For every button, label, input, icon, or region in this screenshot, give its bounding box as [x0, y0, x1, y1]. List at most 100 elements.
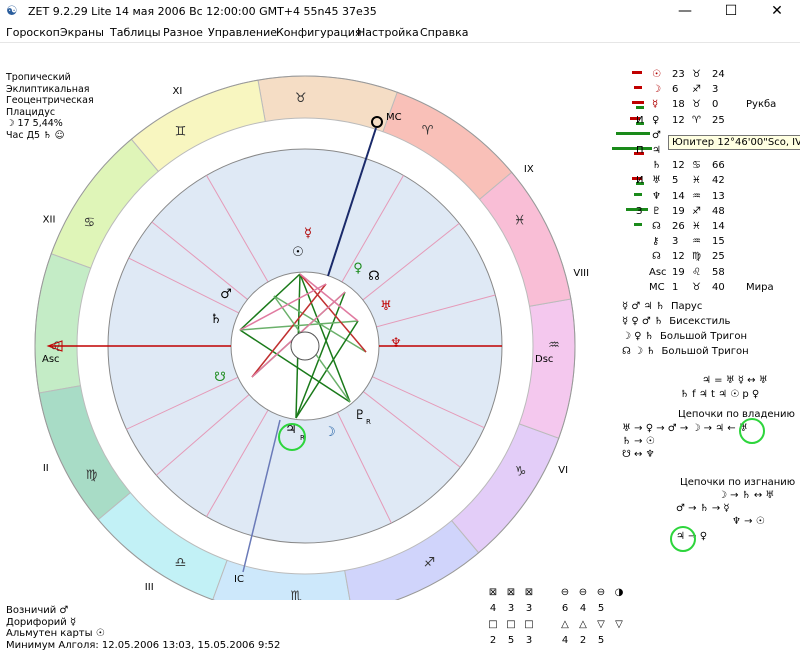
planet-glyph: ♇ — [354, 408, 366, 423]
planet-row[interactable]: ☊ 26 ♓ 14 — [612, 221, 800, 235]
planet-sign: ♋ — [692, 160, 701, 172]
grid-value: 3 — [525, 603, 533, 614]
figure-glyphs: ☊ ☽ ♄ — [622, 346, 656, 357]
star-note: Мира — [746, 281, 774, 293]
menu-control[interactable]: Управление — [208, 26, 277, 39]
planet-row[interactable]: ⚷ 3 ♒ 15 — [612, 236, 800, 250]
jupiter-highlight-circle — [670, 526, 696, 552]
planet-symbol: ♄ — [652, 160, 661, 172]
cross-icon[interactable]: ⊠ — [523, 587, 535, 599]
menu-misc[interactable]: Разное — [163, 26, 203, 39]
menu-settings[interactable]: Настройка — [357, 26, 419, 39]
grid-value: 2 — [489, 635, 497, 646]
planet-sign: ♍ — [692, 251, 701, 263]
sign-glyph: ♓ — [514, 214, 526, 229]
figure-row[interactable]: ☽ ♀ ♄ Большой Тригон — [622, 329, 749, 344]
zodiac-segment — [478, 171, 572, 307]
figure-glyphs: ☿ ♀ ♂ ♄ — [622, 316, 663, 327]
window-title: ZET 9.2.29 Lite 14 мая 2006 Вс 12:00:00 … — [28, 5, 377, 18]
quality-icon[interactable]: △ — [559, 619, 571, 631]
planet-row[interactable]: MC 1 ♉ 40 Мира — [612, 282, 800, 296]
element-icon[interactable]: ⊖ — [559, 587, 571, 599]
sign-glyph: ♒ — [548, 338, 560, 353]
planet-minute: 40 — [712, 281, 725, 293]
planet-row[interactable]: ☉ 23 ♉ 24 — [612, 69, 800, 83]
element-icon[interactable]: ◑ — [613, 587, 625, 599]
menu-screens[interactable]: Экраны — [60, 26, 104, 39]
planet-degree: 6 — [672, 84, 679, 96]
title-bar: ☯ ZET 9.2.29 Lite 14 мая 2006 Вс 12:00:0… — [0, 0, 800, 24]
figure-row[interactable]: ☿ ♀ ♂ ♄ Бисекстиль — [622, 314, 749, 329]
planet-row[interactable]: З ♇ 19 ♐ 48 — [612, 206, 800, 220]
planet-row[interactable]: ☽ 6 ♐ 3 — [612, 84, 800, 98]
planet-degree: 19 — [672, 205, 685, 217]
dignity-bar — [634, 192, 642, 196]
figure-row[interactable]: ☿ ♂ ♃ ♄ Парус — [622, 299, 749, 314]
cross-icon[interactable]: ⊠ — [505, 587, 517, 599]
element-icon[interactable]: ⊖ — [577, 587, 589, 599]
dignity-bar — [634, 86, 642, 90]
quality-icon[interactable]: □ — [523, 619, 535, 631]
planet-row[interactable]: ☊ 12 ♍ 25 — [612, 251, 800, 265]
quality-icon[interactable]: □ — [487, 619, 499, 631]
dignity-bar — [632, 101, 644, 105]
grid-value: 6 — [561, 603, 569, 614]
figure-name: Большой Тригон — [661, 346, 749, 357]
close-button[interactable]: ✕ — [754, 0, 800, 24]
summary-doryphoros: Дорифорий ☿ — [6, 616, 77, 628]
planet-row[interactable]: ♆ 14 ♒ 13 — [612, 191, 800, 205]
planet-sign: ♒ — [692, 236, 701, 248]
natal-chart-wheel[interactable]: ♉♈♓♒♑♐♏♎♍♌♋♊XIXIIIIIIIVVIVIIIIX AscDscMC… — [0, 40, 610, 600]
grid-value: 4 — [579, 603, 587, 614]
planet-minute: 3 — [712, 84, 719, 96]
planet-row[interactable]: ☿ 18 ♉ 0 Рукба — [612, 99, 800, 113]
menu-tables[interactable]: Таблицы — [110, 26, 161, 39]
house-number: III — [145, 582, 154, 593]
figure-row[interactable]: ☊ ☽ ♄ Большой Тригон — [622, 344, 749, 359]
maximize-button[interactable]: ☐ — [708, 0, 754, 24]
house-number: IX — [524, 164, 534, 175]
planet-sign: ♉ — [692, 69, 701, 80]
chain-ownership-line: ♄ → ☉ — [622, 436, 655, 447]
planet-symbol: ♅ — [652, 175, 661, 187]
planet-degree: 5 — [672, 175, 679, 187]
planet-symbol: ⚷ — [652, 236, 660, 248]
figure-name: Большой Тригон — [659, 331, 748, 342]
planet-row[interactable]: ♄ 12 ♋ 66 — [612, 160, 800, 174]
planet-degree: 12 — [672, 114, 685, 126]
planet-minute: 42 — [712, 175, 725, 187]
chain-ownership-line: ☋ ↔ ♆ — [622, 449, 655, 460]
zodiac-segment — [257, 75, 398, 133]
chain-exile-line: ☽ → ♄ ↔ ♅ — [718, 490, 775, 501]
menu-configuration[interactable]: Конфигурация — [276, 26, 362, 39]
sign-glyph: ♈ — [422, 123, 434, 138]
dignity-prefix: И — [636, 114, 644, 126]
planet-glyph: ♆ — [390, 336, 402, 351]
planet-row[interactable]: Asc 19 ♌ 58 — [612, 267, 800, 281]
cross-icon[interactable]: ⊠ — [487, 587, 499, 599]
planet-row[interactable]: И ♅ 5 ♓ 42 — [612, 175, 800, 189]
chains-ownership-title: Цепочки по владению — [678, 409, 795, 420]
sign-glyph: ♎ — [175, 556, 187, 571]
element-icon[interactable]: ⊖ — [595, 587, 607, 599]
zodiac-segment — [38, 385, 132, 521]
planet-minute: 13 — [712, 190, 725, 202]
sign-glyph: ♑ — [515, 465, 527, 480]
quality-icon[interactable]: □ — [505, 619, 517, 631]
ic-label: IC — [234, 574, 244, 585]
planet-row[interactable]: И ♀ 12 ♈ 25 — [612, 115, 800, 129]
menu-help[interactable]: Справка — [420, 26, 468, 39]
planet-sign: ♉ — [692, 281, 701, 293]
planet-sign: ♈ — [692, 114, 701, 126]
planet-symbol: ♆ — [652, 190, 661, 202]
minimize-button[interactable]: — — [662, 0, 708, 24]
quality-icon[interactable]: ▽ — [595, 619, 607, 631]
planet-symbol: ♀ — [652, 114, 660, 126]
quality-icon[interactable]: △ — [577, 619, 589, 631]
grid-value: 5 — [597, 603, 605, 614]
grid-value: 3 — [507, 603, 515, 614]
planet-minute: 66 — [712, 160, 725, 172]
quality-icon[interactable]: ▽ — [613, 619, 625, 631]
dignity-prefix: И — [636, 175, 644, 187]
menu-horoscope[interactable]: Гороскоп — [6, 26, 60, 39]
